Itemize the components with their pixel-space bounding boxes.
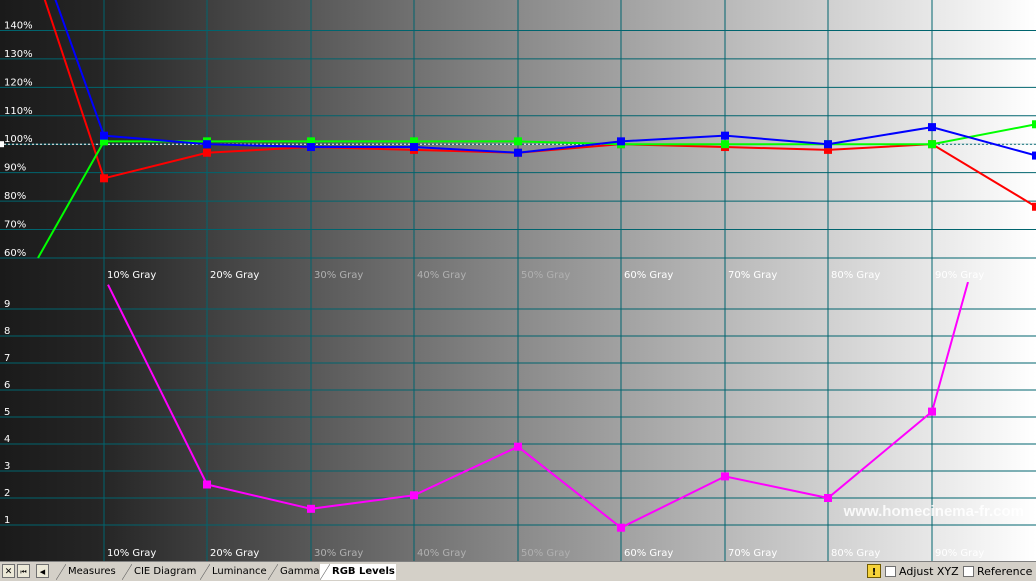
y-tick-label: 70% [4, 220, 26, 231]
tab-measures[interactable]: Measures [56, 564, 122, 580]
y-tick-label: 140% [4, 20, 33, 31]
data-point [617, 523, 625, 532]
y-tick-label: 100% [4, 134, 33, 145]
y-tick-label: 130% [4, 49, 33, 60]
data-point [203, 140, 211, 149]
x-tick-label: 40% Gray [417, 548, 466, 559]
reference-checkbox[interactable] [963, 566, 974, 577]
x-tick-label: 50% Gray [521, 548, 570, 559]
y-tick-label: 2 [4, 488, 10, 499]
bottom-toolbar: ✕ ⏮ ◀ ▶ Measures CIE Diagram Luminance G… [0, 561, 1036, 581]
y-tick-label: 1 [4, 515, 10, 526]
rgb-levels-chart: 60% 70% 80% 90% 100% 110% 120% 130% 140% 10% Gray… [0, 0, 1036, 561]
y-tick-label: 60% [4, 248, 26, 259]
close-button[interactable]: ✕ [2, 564, 15, 578]
data-point [410, 143, 418, 152]
y-tick-label: 9 [4, 299, 10, 310]
data-point [410, 491, 418, 500]
data-point [824, 494, 832, 502]
x-tick-label: 80% Gray [831, 270, 880, 281]
tab-gamma[interactable]: Gamma [268, 564, 320, 580]
y-tick-label: 6 [4, 380, 10, 391]
x-tick-label: 80% Gray [831, 548, 880, 559]
y-tick-label: 90% [4, 163, 26, 174]
data-point [721, 131, 729, 140]
data-point [514, 148, 522, 157]
y-tick-label: 8 [4, 326, 10, 337]
y-tick-label: 3 [4, 461, 10, 472]
data-point [203, 480, 211, 489]
x-tick-label: 20% Gray [210, 270, 259, 281]
adjust-xyz-checkbox[interactable] [885, 566, 896, 577]
x-tick-label: 50% Gray [521, 270, 570, 281]
tab-rgb-levels[interactable]: RGB Levels [320, 564, 396, 580]
y-tick-label: 80% [4, 191, 26, 202]
data-point [1032, 120, 1036, 129]
y-tick-label: 110% [4, 106, 33, 117]
y-tick-label: 120% [4, 77, 33, 88]
x-tick-label: 10% Gray [107, 270, 156, 281]
first-page-button[interactable]: ⏮ [17, 564, 30, 578]
reference-label: Reference [977, 565, 1033, 578]
data-point [721, 140, 729, 149]
x-tick-label: 60% Gray [624, 270, 673, 281]
data-point [514, 442, 522, 451]
data-point [824, 140, 832, 149]
y-tick-label: 4 [4, 434, 10, 445]
x-tick-label: 30% Gray [314, 548, 363, 559]
adjust-xyz-toggle[interactable]: Adjust XYZ [885, 564, 959, 579]
reference-marker [0, 141, 4, 148]
x-tick-label: 70% Gray [728, 548, 777, 559]
chart-canvas: 60% 70% 80% 90% 100% 110% 120% 130% 140% 10% Gray… [0, 0, 1036, 561]
watermark: www.homecinema-fr.com [843, 503, 1024, 520]
data-point [100, 174, 108, 183]
x-tick-label: 90% Gray [935, 270, 984, 281]
data-point [307, 504, 315, 513]
x-tick-label: 60% Gray [624, 548, 673, 559]
data-point [100, 131, 108, 140]
data-point [617, 137, 625, 146]
data-point [203, 148, 211, 157]
data-point [928, 140, 936, 149]
data-point [1032, 202, 1036, 211]
data-point [307, 143, 315, 152]
x-tick-label: 20% Gray [210, 548, 259, 559]
data-point [928, 407, 936, 416]
data-point [1032, 151, 1036, 160]
adjust-xyz-label: Adjust XYZ [899, 565, 959, 578]
reference-toggle[interactable]: Reference [963, 564, 1032, 579]
tab-luminance[interactable]: Luminance [200, 564, 268, 580]
y-tick-label: 5 [4, 407, 10, 418]
data-point [928, 123, 936, 132]
tab-cie-diagram[interactable]: CIE Diagram [122, 564, 200, 580]
x-tick-label: 10% Gray [107, 548, 156, 559]
warning-icon[interactable]: ! [867, 564, 881, 578]
x-tick-label: 70% Gray [728, 270, 777, 281]
prev-tab-button[interactable]: ◀ [36, 564, 49, 578]
y-tick-label: 7 [4, 353, 10, 364]
svg-text:!: ! [872, 567, 877, 578]
x-tick-label: 40% Gray [417, 270, 466, 281]
data-point [721, 472, 729, 481]
data-point [514, 137, 522, 146]
x-tick-label: 30% Gray [314, 270, 363, 281]
x-tick-label: 90% Gray [935, 548, 984, 559]
